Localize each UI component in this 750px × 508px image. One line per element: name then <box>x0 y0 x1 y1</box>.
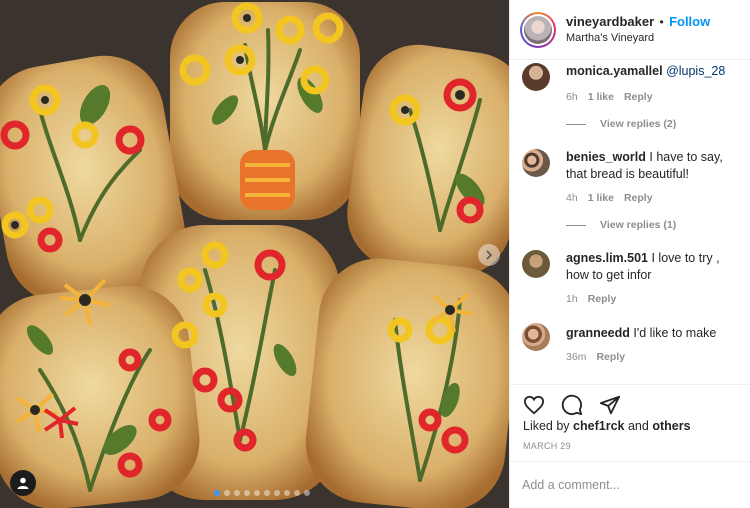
heart-icon <box>523 395 545 415</box>
share-button[interactable] <box>598 393 622 417</box>
comment-text: I'd like to make <box>633 326 717 340</box>
commenter-avatar[interactable] <box>522 250 550 278</box>
like-button[interactable] <box>522 393 546 417</box>
commenter-avatar[interactable] <box>522 63 550 91</box>
likes-prefix: Liked by <box>523 419 570 433</box>
post-header: vineyardbaker • Follow Martha's Vineyard <box>510 0 750 60</box>
add-comment-input[interactable] <box>522 478 739 492</box>
commenter-avatar[interactable] <box>522 323 550 351</box>
comment-time[interactable]: 4h <box>566 192 578 204</box>
follow-button[interactable]: Follow <box>669 14 710 29</box>
carousel-dot <box>304 490 310 496</box>
post-photo[interactable] <box>0 0 509 508</box>
comment-reply-button[interactable]: Reply <box>596 351 625 363</box>
carousel-dot <box>254 490 260 496</box>
chevron-right-icon <box>486 250 493 260</box>
likes-and: and <box>627 419 649 433</box>
comment-mention[interactable]: @lupis_28 <box>666 64 725 78</box>
user-tag-icon <box>17 477 29 489</box>
view-replies-label: View replies (1) <box>600 219 677 231</box>
comment-likes[interactable]: 1 like <box>588 192 614 204</box>
carousel-dot <box>244 490 250 496</box>
likes-summary: Liked by chef1rck and others <box>523 419 691 433</box>
post-location[interactable]: Martha's Vineyard <box>566 30 710 46</box>
likes-others[interactable]: others <box>652 419 690 433</box>
author-avatar[interactable] <box>520 11 556 48</box>
comment-reply-button[interactable]: Reply <box>624 91 653 103</box>
share-icon <box>599 395 621 415</box>
comment-item: granneedd I'd like to make 36m Reply <box>522 323 742 363</box>
view-replies-button[interactable]: View replies (2) <box>566 118 676 130</box>
comment-time[interactable]: 36m <box>566 351 586 363</box>
liked-by-user[interactable]: chef1rck <box>573 419 624 433</box>
carousel-dot <box>224 490 230 496</box>
post-side-panel: vineyardbaker • Follow Martha's Vineyard… <box>509 0 750 508</box>
view-replies-label: View replies (2) <box>600 118 677 130</box>
post-actions <box>510 384 750 420</box>
comment-username[interactable]: monica.yamallel <box>566 64 663 78</box>
carousel-dot <box>214 490 220 496</box>
carousel-indicator <box>214 490 310 496</box>
comment-reply-button[interactable]: Reply <box>588 293 617 305</box>
comment-item: benies_world I have to say, that bread i… <box>522 149 742 204</box>
instagram-post: vineyardbaker • Follow Martha's Vineyard… <box>0 0 750 508</box>
comment-button[interactable] <box>560 393 584 417</box>
carousel-dot <box>284 490 290 496</box>
carousel-dot <box>294 490 300 496</box>
header-separator: • <box>659 14 664 29</box>
post-date[interactable]: MARCH 29 <box>523 441 571 451</box>
carousel-dot <box>234 490 240 496</box>
comment-username[interactable]: agnes.lim.501 <box>566 251 648 265</box>
commenter-avatar[interactable] <box>522 149 550 177</box>
comment-likes[interactable]: 1 like <box>588 91 614 103</box>
view-replies-button[interactable]: View replies (1) <box>566 219 676 231</box>
carousel-next-button[interactable] <box>478 244 500 266</box>
carousel-dot <box>264 490 270 496</box>
comment-time[interactable]: 1h <box>566 293 578 305</box>
comment-reply-button[interactable]: Reply <box>624 192 653 204</box>
author-username[interactable]: vineyardbaker <box>566 14 654 29</box>
user-tag-button[interactable] <box>10 470 36 496</box>
comment-time[interactable]: 6h <box>566 91 578 103</box>
comment-item: agnes.lim.501 I love to try , how to get… <box>522 250 742 305</box>
comment-username[interactable]: benies_world <box>566 150 646 164</box>
comments-list: monica.yamallel @lupis_28 6h 1 like Repl… <box>510 60 750 380</box>
comment-item: monica.yamallel @lupis_28 6h 1 like Repl… <box>522 63 742 103</box>
add-comment-box <box>510 461 750 508</box>
comment-username[interactable]: granneedd <box>566 326 630 340</box>
focaccia-art-image <box>0 0 509 508</box>
carousel-dot <box>274 490 280 496</box>
comment-icon <box>561 394 583 416</box>
